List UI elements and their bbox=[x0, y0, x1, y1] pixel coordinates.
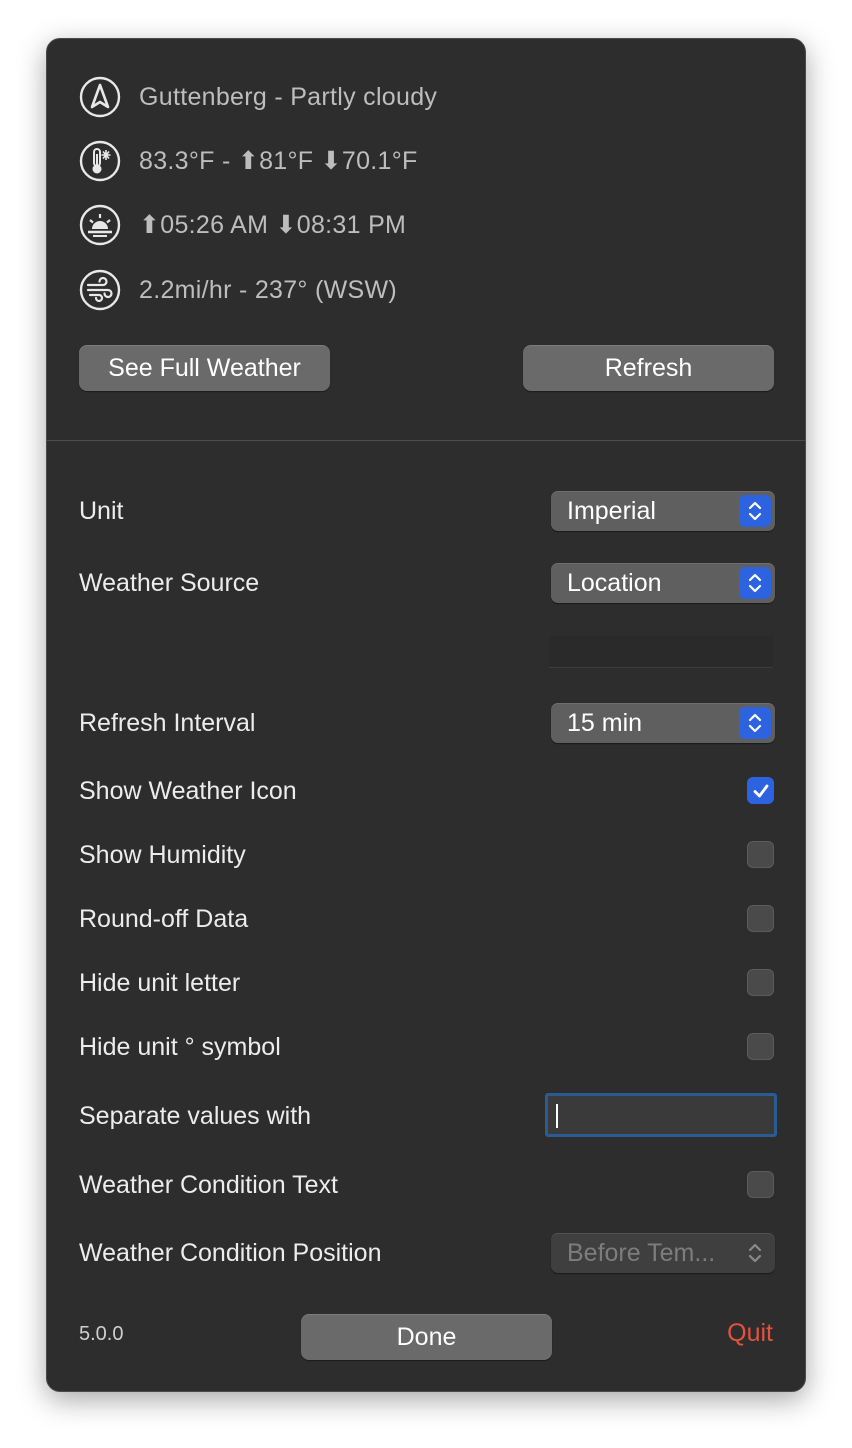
show-weather-icon-checkbox[interactable] bbox=[747, 777, 774, 804]
refresh-interval-label: Refresh Interval bbox=[79, 709, 256, 737]
weather-condition-position-label: Weather Condition Position bbox=[79, 1239, 382, 1267]
refresh-button[interactable]: Refresh bbox=[523, 345, 774, 391]
separate-values-input[interactable] bbox=[545, 1093, 777, 1137]
refresh-interval-select[interactable]: 15 min bbox=[551, 703, 775, 743]
weather-source-location-field[interactable] bbox=[549, 636, 773, 668]
weather-condition-text-checkbox[interactable] bbox=[747, 1171, 774, 1198]
location-condition-text: Guttenberg - Partly cloudy bbox=[139, 82, 438, 111]
temperature-row: 83.3°F - ⬆81°F ⬇70.1°F bbox=[79, 139, 418, 183]
version-label: 5.0.0 bbox=[79, 1323, 124, 1345]
chevron-up-down-icon bbox=[739, 495, 771, 527]
temperature-text: 83.3°F - ⬆81°F ⬇70.1°F bbox=[139, 147, 418, 175]
chevron-up-down-icon bbox=[739, 567, 771, 599]
unit-select-value: Imperial bbox=[567, 497, 656, 525]
done-button[interactable]: Done bbox=[301, 1314, 552, 1360]
unit-select[interactable]: Imperial bbox=[551, 491, 775, 531]
separate-values-label: Separate values with bbox=[79, 1102, 312, 1130]
show-humidity-label: Show Humidity bbox=[79, 841, 246, 869]
chevron-up-down-icon bbox=[739, 707, 771, 739]
weather-source-select[interactable]: Location bbox=[551, 563, 775, 603]
round-off-data-label: Round-off Data bbox=[79, 905, 249, 933]
see-full-weather-button[interactable]: See Full Weather bbox=[79, 345, 330, 391]
wind-row: 2.2mi/hr - 237° (WSW) bbox=[79, 268, 397, 312]
round-off-data-checkbox[interactable] bbox=[747, 905, 774, 932]
sunrise-icon bbox=[79, 204, 121, 246]
quit-button[interactable]: Quit bbox=[727, 1319, 773, 1348]
hide-unit-letter-checkbox[interactable] bbox=[747, 969, 774, 996]
weather-condition-text-label: Weather Condition Text bbox=[79, 1171, 338, 1199]
show-humidity-checkbox[interactable] bbox=[747, 841, 774, 868]
unit-label: Unit bbox=[79, 497, 124, 525]
weather-condition-position-select-value: Before Tem... bbox=[567, 1239, 716, 1267]
location-row: Guttenberg - Partly cloudy bbox=[79, 75, 437, 119]
checkmark-icon bbox=[753, 784, 768, 797]
hide-unit-symbol-label: Hide unit ° symbol bbox=[79, 1033, 281, 1061]
weather-source-select-value: Location bbox=[567, 569, 662, 597]
text-cursor bbox=[556, 1104, 558, 1128]
location-arrow-icon bbox=[79, 76, 121, 118]
refresh-interval-select-value: 15 min bbox=[567, 709, 643, 737]
wind-icon bbox=[79, 269, 121, 311]
chevron-up-down-icon bbox=[739, 1237, 771, 1269]
sun-times-text: ⬆05:26 AM ⬇08:31 PM bbox=[139, 211, 407, 239]
weather-popover: Guttenberg - Partly cloudy 83.3°F - ⬆81°… bbox=[46, 38, 806, 1392]
weather-source-label: Weather Source bbox=[79, 569, 260, 597]
show-weather-icon-label: Show Weather Icon bbox=[79, 777, 297, 805]
hide-unit-symbol-checkbox[interactable] bbox=[747, 1033, 774, 1060]
hide-unit-letter-label: Hide unit letter bbox=[79, 969, 241, 997]
section-divider bbox=[47, 440, 805, 441]
weather-condition-position-select[interactable]: Before Tem... bbox=[551, 1233, 775, 1273]
separate-values-text-input[interactable] bbox=[548, 1096, 774, 1134]
sun-times-row: ⬆05:26 AM ⬇08:31 PM bbox=[79, 203, 406, 247]
wind-text: 2.2mi/hr - 237° (WSW) bbox=[139, 275, 397, 304]
thermometer-snowflake-icon bbox=[79, 140, 121, 182]
